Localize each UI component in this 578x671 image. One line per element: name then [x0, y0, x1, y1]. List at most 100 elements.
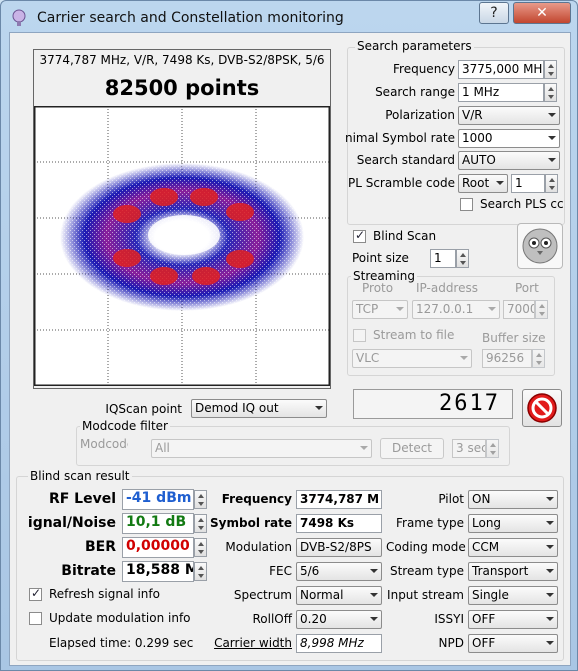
- carrier-width-value: 8,998 MHz: [296, 634, 382, 653]
- chevron-down-icon: [360, 446, 368, 450]
- modulation-select[interactable]: DVB-S2/8PS: [296, 538, 382, 557]
- chevron-down-icon: [370, 617, 378, 621]
- input-stream-select[interactable]: Single: [468, 586, 558, 605]
- coding-mode-select[interactable]: CCM: [468, 538, 558, 557]
- buffer-size-spinner[interactable]: [532, 349, 545, 368]
- ber-label: BER: [84, 539, 116, 555]
- modcode-filter-title: Modcode filter: [80, 419, 170, 433]
- port-input[interactable]: 7000: [503, 300, 535, 319]
- constellation-plot: [34, 106, 330, 386]
- chevron-down-icon: [548, 136, 556, 140]
- spectrum-label: Spectrum: [233, 588, 292, 602]
- input-stream-label: Input stream: [387, 588, 464, 602]
- buffer-size-label: Buffer size: [482, 331, 546, 345]
- pilot-select[interactable]: ON: [468, 490, 558, 509]
- chevron-down-icon: [370, 593, 378, 597]
- update-modulation-checkbox[interactable]: [29, 612, 42, 625]
- buffer-size-input[interactable]: 96256: [482, 349, 532, 368]
- search-parameters-title: Search parameters: [355, 39, 474, 53]
- fec-select[interactable]: 5/6: [296, 562, 382, 581]
- ip-address-label: IP-address: [416, 281, 478, 295]
- result-frequency-label: Frequency: [221, 492, 292, 506]
- update-modulation-label: Update modulation info: [49, 611, 191, 625]
- rf-level-spinner[interactable]: [194, 490, 207, 509]
- rolloff-label: RollOff: [252, 612, 292, 626]
- snr-spinner[interactable]: [194, 514, 207, 533]
- search-standard-select[interactable]: AUTO: [458, 151, 560, 170]
- search-pls-checkbox[interactable]: [460, 198, 473, 211]
- ber-value: 0,00000: [122, 537, 194, 558]
- iqscan-select[interactable]: Demod IQ out: [191, 399, 327, 418]
- constellation-panel: 3774,787 MHz, V/R, 7498 Ks, DVB-S2/8PSK,…: [33, 49, 331, 389]
- spectrum-select[interactable]: Normal: [296, 586, 382, 605]
- result-frequency-value: 3774,787 M: [296, 490, 382, 509]
- detect-time-input[interactable]: 3 sec: [452, 439, 486, 458]
- fec-label: FEC: [269, 564, 292, 578]
- point-size-input[interactable]: 1: [430, 249, 456, 268]
- range-spinner[interactable]: [544, 83, 557, 102]
- chevron-down-icon: [315, 406, 323, 410]
- owl-logo-button[interactable]: [517, 223, 563, 269]
- polarization-select[interactable]: V/R: [458, 106, 560, 125]
- modulation-label: Modulation: [225, 540, 292, 554]
- issyi-label: ISSYI: [434, 612, 464, 626]
- blind-scan-checkbox[interactable]: [353, 228, 366, 243]
- min-symbol-rate-select[interactable]: 1000: [458, 129, 560, 148]
- search-standard-label: Search standard: [356, 153, 455, 167]
- elapsed-time: Elapsed time: 0.299 sec: [49, 636, 194, 650]
- detect-time-spinner[interactable]: [486, 439, 499, 458]
- proto-label: Proto: [362, 281, 394, 295]
- frame-type-select[interactable]: Long: [468, 514, 558, 533]
- modcode-select[interactable]: All: [151, 439, 372, 458]
- proto-select[interactable]: TCP: [352, 300, 408, 319]
- bitrate-spinner[interactable]: [194, 562, 207, 581]
- blind-scan-result-title: Blind scan result: [28, 469, 132, 483]
- min-symbol-rate-label: nimal Symbol rate: [344, 131, 455, 145]
- bitrate-value: 18,588 M: [122, 561, 194, 582]
- refresh-signal-label: Refresh signal info: [49, 587, 160, 601]
- frequency-label: Frequency: [393, 62, 455, 76]
- chevron-down-icon: [460, 356, 468, 360]
- stream-to-file-checkbox[interactable]: [353, 329, 366, 342]
- chevron-down-icon: [488, 307, 496, 311]
- npd-select[interactable]: OFF: [468, 634, 558, 653]
- issyi-select[interactable]: OFF: [468, 610, 558, 629]
- search-range-label: Search range: [375, 85, 455, 99]
- point-size-spinner[interactable]: [456, 249, 469, 268]
- search-range-input[interactable]: 1 MHz: [458, 83, 544, 102]
- stop-icon: [527, 393, 557, 423]
- ip-address-select[interactable]: 127.0.0.1: [412, 300, 500, 319]
- coding-mode-label: Coding mode: [386, 540, 466, 554]
- player-select[interactable]: VLC: [352, 349, 472, 368]
- window-title: Carrier search and Constellation monitor…: [37, 10, 344, 26]
- pl-scramble-label: PL Scramble code: [347, 176, 455, 190]
- stream-type-label: Stream type: [389, 564, 464, 578]
- port-spinner[interactable]: [535, 300, 548, 319]
- ber-spinner[interactable]: [194, 538, 207, 557]
- chevron-down-icon: [396, 307, 404, 311]
- carrier-width-label[interactable]: Carrier width: [208, 636, 292, 650]
- chevron-down-icon: [546, 593, 554, 597]
- stop-button[interactable]: [522, 389, 562, 427]
- pl-scramble-mode-select[interactable]: Root: [458, 174, 508, 193]
- snr-value: 10,1 dB: [122, 513, 194, 534]
- snr-label: ignal/Noise: [27, 515, 116, 531]
- signal-summary: 3774,787 MHz, V/R, 7498 Ks, DVB-S2/8PSK,…: [39, 53, 325, 67]
- pl-scramble-spinner[interactable]: [545, 174, 558, 193]
- chevron-down-icon: [548, 113, 556, 117]
- app-icon: [12, 9, 26, 26]
- frequency-spinner[interactable]: [544, 60, 557, 79]
- stream-type-select[interactable]: Transport: [468, 562, 558, 581]
- client-area: 3774,787 MHz, V/R, 7498 Ks, DVB-S2/8PSK,…: [9, 32, 571, 666]
- rf-level-label: RF Level: [48, 491, 116, 507]
- detect-button[interactable]: Detect: [380, 438, 444, 459]
- help-button[interactable]: ?: [479, 2, 509, 24]
- search-frequency-input[interactable]: 3775,000 MHz: [458, 60, 544, 79]
- chevron-down-icon: [370, 569, 378, 573]
- polarization-label: Polarization: [385, 108, 455, 122]
- close-button[interactable]: ✕: [513, 2, 571, 24]
- refresh-signal-checkbox[interactable]: [29, 586, 42, 601]
- port-label: Port: [515, 281, 539, 295]
- rolloff-select[interactable]: 0.20: [296, 610, 382, 629]
- pl-scramble-code-input[interactable]: 1: [511, 174, 545, 193]
